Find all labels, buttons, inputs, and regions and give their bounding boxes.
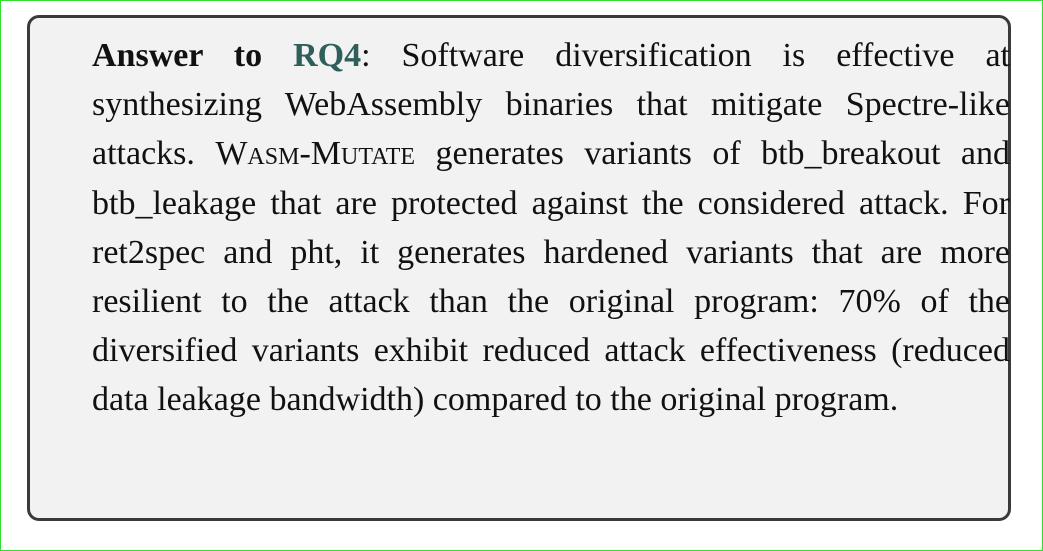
answer-label: Answer to	[92, 37, 263, 74]
answer-colon: :	[361, 37, 371, 74]
rq4-link[interactable]: RQ4	[293, 37, 361, 74]
answer-box: Answer to RQ4: Software diversification …	[27, 15, 1011, 521]
answer-body: generates vari­ants of btb_breakout and …	[92, 135, 1010, 419]
answer-paragraph: Answer to RQ4: Software diversification …	[92, 31, 1010, 425]
tool-name: Wasm-Mutate	[215, 135, 416, 173]
